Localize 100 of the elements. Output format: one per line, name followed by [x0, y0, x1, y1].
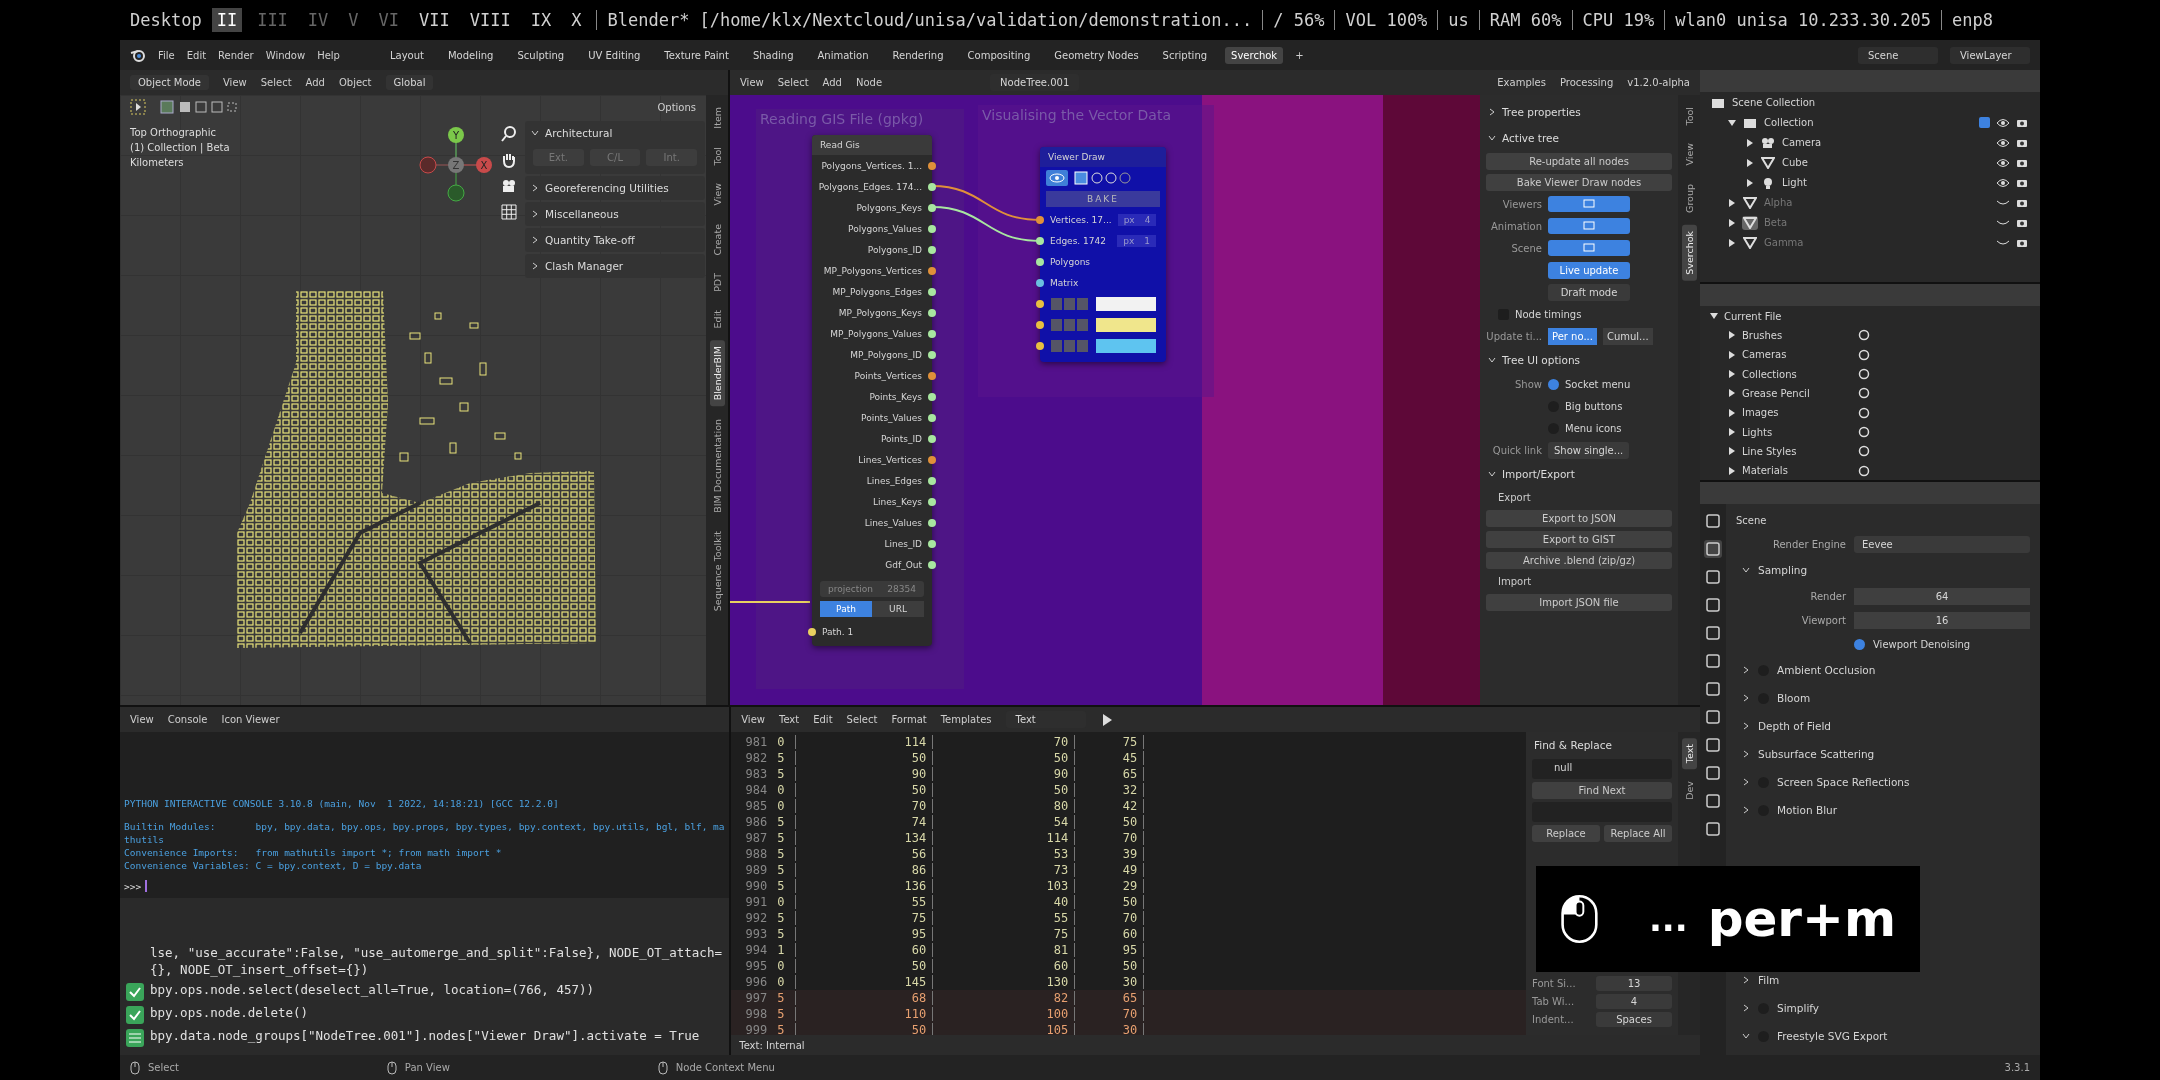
hand-icon[interactable]: [500, 151, 518, 169]
menu-item[interactable]: View: [130, 714, 154, 725]
sidebar-tab[interactable]: Item: [709, 101, 725, 135]
socket-dot[interactable]: [1036, 320, 1044, 329]
view-layer-selector[interactable]: ViewLayer: [1950, 46, 2030, 64]
workspace-tab[interactable]: UV Editing: [582, 46, 647, 64]
menu-item[interactable]: File: [158, 49, 175, 61]
menu-item[interactable]: Render: [218, 49, 254, 61]
socket-dot[interactable]: [928, 329, 936, 338]
live-update-toggle[interactable]: Live update: [1548, 261, 1630, 279]
eye-icon[interactable]: [1046, 170, 1068, 186]
grid-icon[interactable]: [500, 203, 518, 221]
replace-all-button[interactable]: Replace All: [1604, 825, 1672, 842]
workspace-tab[interactable]: Sverchok: [1225, 46, 1284, 64]
panel-title[interactable]: Screen Space Reflections: [1777, 776, 1910, 788]
workspace-tab[interactable]: Texture Paint: [658, 46, 735, 64]
socket-dot[interactable]: [928, 308, 936, 317]
outliner-item[interactable]: Images: [1742, 407, 1852, 419]
socket-dot[interactable]: [928, 497, 936, 506]
chevron-icon[interactable]: [1742, 778, 1750, 786]
options-menu[interactable]: Options: [657, 101, 696, 113]
panel-title[interactable]: Motion Blur: [1777, 804, 1838, 816]
properties-tab-icon[interactable]: [1704, 764, 1722, 782]
sidebar-tab[interactable]: PDT: [709, 267, 725, 299]
blender-logo-icon[interactable]: [130, 48, 146, 62]
socket-dot[interactable]: [1036, 341, 1044, 350]
socket-dot[interactable]: [1036, 236, 1044, 245]
properties-tab-icon[interactable]: [1704, 708, 1722, 726]
menu-item[interactable]: View: [740, 77, 764, 88]
add-workspace[interactable]: +: [1295, 49, 1304, 61]
mode-dropdown[interactable]: Object Mode: [130, 75, 209, 90]
panel-button[interactable]: Re-update all nodes: [1486, 153, 1672, 170]
sidebar-tab[interactable]: Tool: [1681, 101, 1697, 132]
workspace-indicator[interactable]: VI: [373, 8, 405, 32]
outliner-item[interactable]: Materials: [1742, 465, 1852, 477]
find-next-button[interactable]: Find Next: [1532, 782, 1672, 799]
visibility-icon[interactable]: [1996, 137, 2010, 148]
visibility-icon[interactable]: [1996, 157, 2010, 168]
chevron-icon[interactable]: [1488, 356, 1496, 364]
workspace-indicator[interactable]: III: [252, 8, 293, 32]
chevron-icon[interactable]: [1488, 134, 1496, 142]
socket-dot[interactable]: [928, 539, 936, 548]
panel-button[interactable]: Bake Viewer Draw nodes: [1486, 174, 1672, 191]
node-header[interactable]: Viewer Draw: [1040, 147, 1166, 167]
properties-tab-icon[interactable]: [1704, 820, 1722, 838]
outliner-item[interactable]: Scene Collection: [1732, 97, 1816, 108]
menu-item[interactable]: Add: [305, 77, 325, 88]
checkbox[interactable]: [1548, 378, 1559, 390]
workspace-tab[interactable]: Sculpting: [511, 46, 571, 64]
sidebar-tab[interactable]: Edit: [709, 304, 725, 335]
outliner-item[interactable]: Light: [1782, 177, 1807, 188]
export-button[interactable]: Archive .blend (zip/gz): [1486, 552, 1672, 569]
expand-arrow-icon[interactable]: [1728, 331, 1736, 340]
socket-dot[interactable]: [928, 434, 936, 443]
menu-item[interactable]: Help: [317, 49, 340, 61]
panel-title[interactable]: Film: [1758, 974, 1780, 986]
workspace-indicator[interactable]: IV: [302, 8, 334, 32]
chevron-icon[interactable]: [531, 262, 539, 270]
socket-dot[interactable]: [928, 455, 936, 464]
expand-arrow-icon[interactable]: [1728, 447, 1736, 456]
select-tool-icon[interactable]: [130, 99, 146, 115]
socket-dot[interactable]: [1036, 257, 1044, 266]
size-field[interactable]: px 1: [1117, 234, 1156, 247]
socket-dot[interactable]: [928, 560, 936, 569]
expand-arrow-icon[interactable]: [1746, 138, 1754, 147]
color-swatch[interactable]: [1096, 338, 1156, 353]
outliner-item[interactable]: Cube: [1782, 157, 1808, 168]
render-camera-icon[interactable]: [2016, 237, 2028, 248]
outliner-item[interactable]: Cameras: [1742, 349, 1852, 361]
socket-dot[interactable]: [928, 161, 936, 170]
zoom-icon[interactable]: [500, 125, 518, 143]
panel-title[interactable]: Sampling: [1758, 564, 1808, 576]
outliner-item[interactable]: Line Styles: [1742, 445, 1852, 457]
properties-tab-icon[interactable]: [1704, 568, 1722, 586]
menu-item[interactable]: Edit: [186, 49, 207, 61]
workspace-indicator[interactable]: X: [566, 8, 587, 32]
socket-dot[interactable]: [1036, 215, 1044, 224]
workspace-tab[interactable]: Animation: [811, 46, 875, 64]
workspace-tab[interactable]: Rendering: [886, 46, 950, 64]
processing-toggle[interactable]: Processing: [1559, 77, 1614, 88]
menu-item[interactable]: Format: [891, 714, 927, 725]
properties-tab-icon[interactable]: [1704, 652, 1722, 670]
menu-item[interactable]: Select: [260, 77, 292, 88]
update-mode-toggle[interactable]: Cumul...: [1602, 327, 1653, 345]
expand-arrow-icon[interactable]: [1746, 178, 1754, 187]
expand-arrow-icon[interactable]: [1728, 218, 1736, 227]
chevron-icon[interactable]: [531, 129, 539, 137]
expand-arrow-icon[interactable]: [1728, 408, 1736, 417]
expand-arrow-icon[interactable]: [1728, 370, 1736, 379]
socket-dot[interactable]: [928, 371, 936, 380]
sidebar-tab[interactable]: View: [1681, 137, 1697, 172]
expand-arrow-icon[interactable]: [1746, 158, 1754, 167]
expand-arrow-icon[interactable]: [1728, 118, 1736, 127]
expand-arrow-icon[interactable]: [1728, 238, 1736, 247]
examples-menu[interactable]: Examples: [1497, 77, 1546, 88]
menu-item[interactable]: Node: [855, 77, 883, 88]
menu-item[interactable]: Select: [846, 714, 878, 725]
workspace-tab[interactable]: Modeling: [441, 46, 500, 64]
menu-item[interactable]: Add: [822, 77, 842, 88]
socket-dot[interactable]: [1036, 299, 1044, 308]
